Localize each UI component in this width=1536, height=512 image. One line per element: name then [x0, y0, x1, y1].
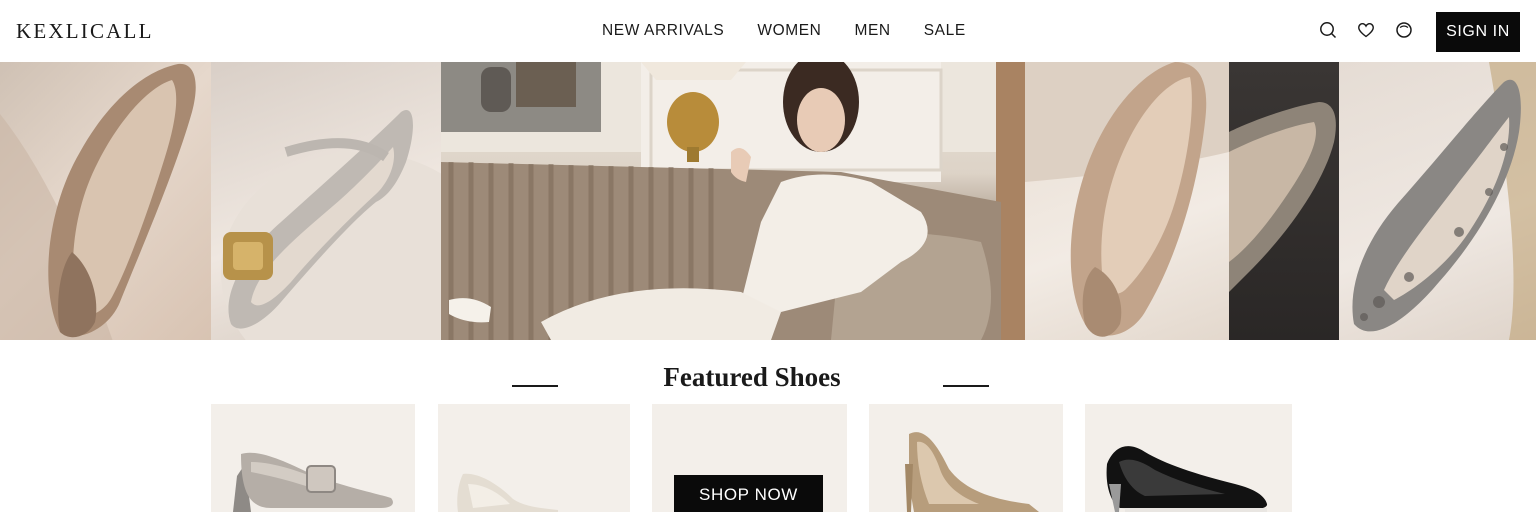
- title-rule-right: [943, 385, 989, 387]
- shop-now-button[interactable]: SHOP NOW: [674, 475, 823, 512]
- product-card-pewter-pump[interactable]: [211, 404, 415, 512]
- hero-panel-metallic-flat: [0, 62, 211, 340]
- brand-logo[interactable]: KEXLICALL: [16, 19, 154, 44]
- sign-in-button[interactable]: SIGN IN: [1436, 12, 1520, 52]
- search-icon[interactable]: [1318, 20, 1338, 40]
- product-card-black-pump[interactable]: [1085, 404, 1292, 512]
- featured-title: Featured Shoes: [663, 362, 841, 392]
- hero-panel-rose-gold-flat: [1025, 62, 1229, 340]
- product-card-ivory-pump[interactable]: [438, 404, 630, 512]
- header-icons: [1318, 20, 1414, 40]
- site-header: KEXLICALL NEW ARRIVALS WOMEN MEN SALE SI…: [0, 0, 1536, 62]
- bag-icon[interactable]: [1394, 20, 1414, 40]
- product-card-nude-stiletto[interactable]: [869, 404, 1063, 512]
- heart-icon[interactable]: [1356, 20, 1376, 40]
- hero-banner[interactable]: [0, 62, 1536, 340]
- product-card-promo[interactable]: SHOP NOW: [652, 404, 847, 512]
- hero-panel-model-on-sofa: [441, 62, 1025, 340]
- main-nav: NEW ARRIVALS WOMEN MEN SALE: [602, 22, 966, 40]
- nav-women[interactable]: WOMEN: [757, 22, 821, 40]
- nav-men[interactable]: MEN: [854, 22, 890, 40]
- hero-panel-silver-buckle: [211, 62, 441, 340]
- hero-panel-shoe-on-dark: [1229, 62, 1339, 340]
- nav-new-arrivals[interactable]: NEW ARRIVALS: [602, 22, 724, 40]
- hero-panel-snakeskin-flat: [1339, 62, 1536, 340]
- nav-sale[interactable]: SALE: [924, 22, 966, 40]
